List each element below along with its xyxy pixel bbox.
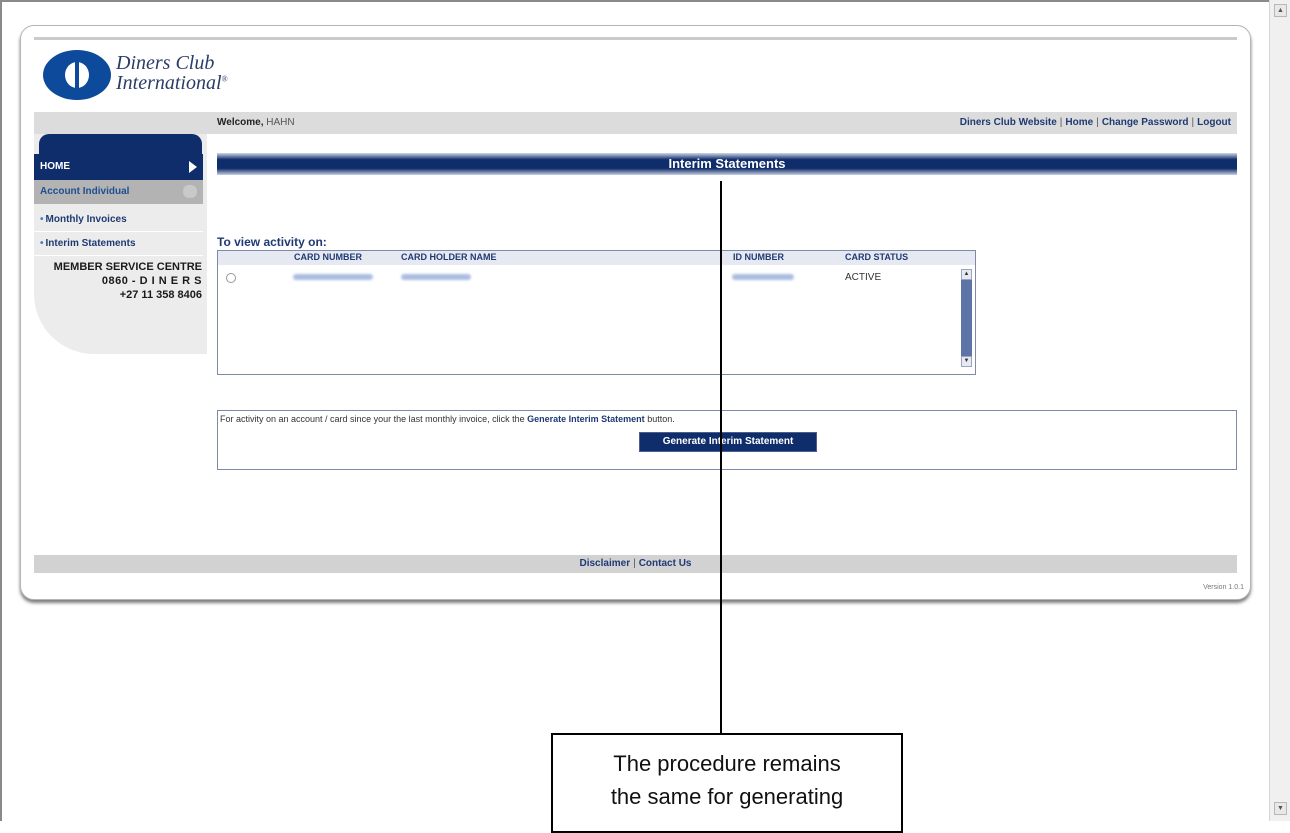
portal-page: Diners Club International® Welcome, HAHN… (20, 25, 1251, 600)
chevron-right-icon (189, 161, 197, 173)
chevron-down-icon (183, 185, 197, 198)
link-logout[interactable]: Logout (1197, 117, 1231, 128)
column-card-number: CARD NUMBER (294, 252, 362, 262)
sidebar-item-interim-statements[interactable]: • Interim Statements (34, 232, 203, 256)
welcome-message: Welcome, HAHN (217, 117, 295, 128)
sidebar-item-monthly-invoices[interactable]: • Monthly Invoices (34, 208, 203, 232)
page-title: Interim Statements (217, 153, 1237, 175)
holder-name-redacted (401, 274, 471, 280)
view-activity-label: To view activity on: (217, 235, 327, 249)
scroll-down-icon[interactable]: ▼ (1274, 802, 1287, 815)
diners-club-logo[interactable]: Diners Club International® (43, 50, 253, 106)
card-select-radio[interactable] (226, 273, 236, 283)
footer-links: Disclaimer | Contact Us (579, 558, 692, 569)
bullet-icon: • (40, 214, 44, 225)
annotation-pointer-line (720, 181, 722, 733)
generate-instructions: For activity on an account / card since … (220, 414, 675, 424)
window-frame-left (0, 0, 2, 821)
scroll-up-icon[interactable]: ▲ (961, 269, 972, 280)
user-name: HAHN (266, 117, 295, 128)
browser-scrollbar[interactable]: ▲ ▼ (1269, 0, 1290, 821)
link-diners-club-website[interactable]: Diners Club Website (960, 117, 1057, 128)
sidebar-tab (39, 134, 202, 154)
card-list: CARD NUMBER CARD HOLDER NAME ID NUMBER C… (217, 250, 976, 375)
header-bar: Welcome, HAHN Diners Club Website | Home | C… (34, 112, 1237, 134)
sidebar-item-home[interactable]: HOME (34, 154, 203, 180)
id-number-redacted (732, 274, 794, 280)
link-change-password[interactable]: Change Password (1102, 117, 1189, 128)
footer-bar: Disclaimer | Contact Us (34, 555, 1237, 573)
top-nav-links: Diners Club Website | Home | Change Password… (959, 117, 1231, 128)
column-id-number: ID NUMBER (733, 252, 784, 262)
column-card-holder-name: CARD HOLDER NAME (401, 252, 497, 262)
column-card-status: CARD STATUS (845, 252, 909, 262)
diners-club-logo-icon (43, 50, 111, 100)
version-label: Version 1.0.1 (1203, 584, 1244, 591)
link-disclaimer[interactable]: Disclaimer (580, 558, 631, 569)
link-home[interactable]: Home (1065, 117, 1093, 128)
annotation-callout: The procedure remains the same for gener… (551, 733, 903, 833)
generate-statement-panel: For activity on an account / card since … (217, 410, 1237, 470)
sidebar: HOME Account Individual • Monthly Invoice… (34, 134, 207, 354)
logo-text-line2: International® (116, 72, 228, 94)
phone-international: +27 11 358 8406 (119, 289, 202, 301)
card-list-scrollbar[interactable]: ▲ ▼ (961, 269, 972, 367)
top-divider (34, 37, 1237, 40)
member-service-centre: MEMBER SERVICE CENTRE 0860 - D I N E R S… (53, 261, 202, 301)
bullet-icon: • (40, 238, 44, 249)
link-contact-us[interactable]: Contact Us (639, 558, 692, 569)
scroll-down-icon[interactable]: ▼ (961, 356, 972, 367)
card-status: ACTIVE (845, 272, 882, 283)
card-number-redacted (293, 274, 373, 280)
scroll-up-icon[interactable]: ▲ (1274, 4, 1287, 17)
generate-interim-statement-button[interactable]: Generate Interim Statement (639, 432, 817, 452)
phone-local: 0860 - D I N E R S (101, 275, 202, 287)
card-table-header: CARD NUMBER CARD HOLDER NAME ID NUMBER C… (218, 251, 975, 265)
sidebar-section-account[interactable]: Account Individual (34, 180, 203, 204)
window-frame-top (0, 0, 1270, 2)
